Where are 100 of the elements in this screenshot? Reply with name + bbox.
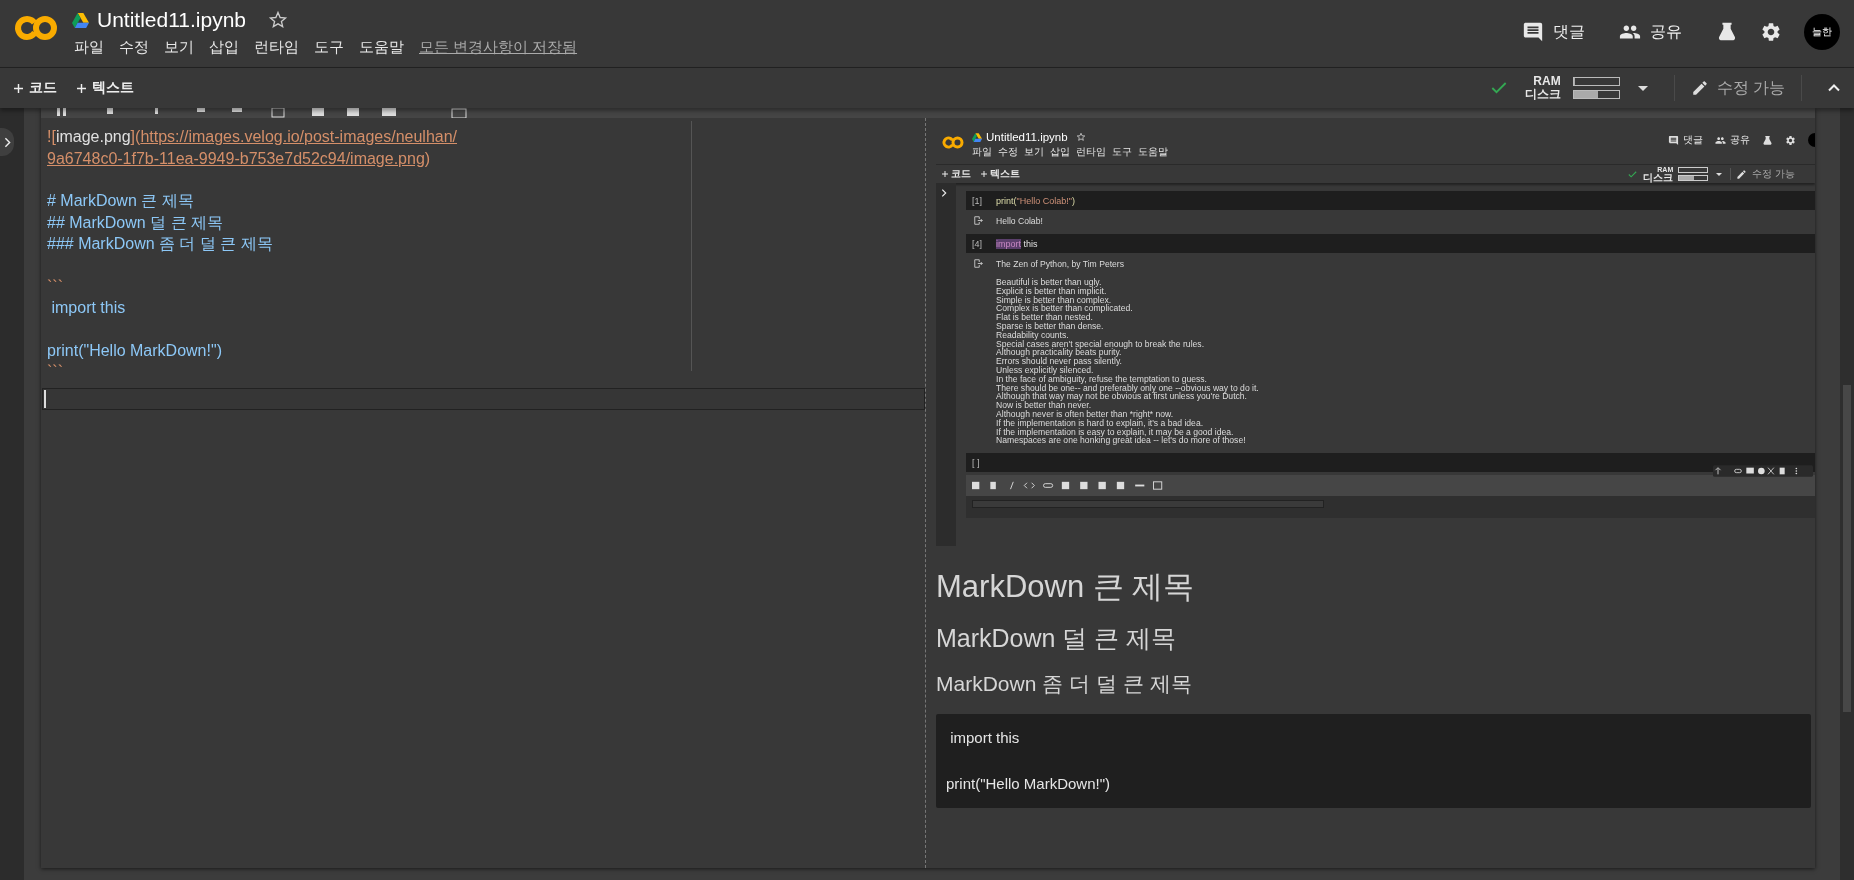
drive-icon <box>72 12 89 28</box>
cell-prompt: [1] <box>971 195 983 206</box>
cell-prompt: [4] <box>971 238 983 249</box>
chevron-right-icon <box>941 189 947 197</box>
scrollbar[interactable] <box>1840 108 1854 880</box>
output-line: Although never is often better than *right* now. <box>996 409 1174 419</box>
star-icon[interactable] <box>268 10 289 30</box>
resource-meters-drawing <box>1678 166 1709 182</box>
output-line: Beautiful is better than ugly. <box>996 278 1102 287</box>
code-text: this <box>1022 238 1038 249</box>
code-text: import this <box>50 299 126 316</box>
rendered-heading: MarkDown 큰 제목 <box>936 568 1196 606</box>
output-line: There should be one-- and preferably only one --obvious way to do it. <box>996 383 1259 393</box>
code-text: ``` <box>47 363 63 380</box>
settings-icon[interactable] <box>1760 21 1782 43</box>
comment-icon <box>1668 134 1679 146</box>
notebook-title: Untitled11.ipynb <box>986 131 1068 143</box>
plus-icon <box>77 83 86 93</box>
chevron-right-icon <box>3 136 11 148</box>
plus-icon <box>981 171 987 177</box>
notebook-title[interactable]: Untitled11.ipynb <box>97 8 247 32</box>
output-line: Namespaces are one honking great idea -- let's do more of those! <box>996 436 1247 446</box>
output-line: Special cases aren't special enough to break the rules. <box>996 339 1206 349</box>
output-line: Errors should never pass silently. <box>996 357 1123 366</box>
add-label: 텍스트 <box>990 167 1020 181</box>
star-icon <box>1075 132 1086 142</box>
menu-item[interactable]: 런타임 <box>254 38 299 57</box>
scrollbar-thumb[interactable] <box>1843 385 1851 712</box>
drive-icon <box>972 132 982 142</box>
plus-icon <box>942 171 948 177</box>
comment-icon <box>1522 21 1544 43</box>
menu-item[interactable]: 도움말 <box>359 38 404 57</box>
caret-icon <box>1716 172 1723 176</box>
add-label: 코드 <box>951 167 971 181</box>
save-status-link[interactable]: 모든 변경사항이 저장됨 <box>419 38 578 57</box>
output-line: Although practicality beats purity. <box>996 348 1122 358</box>
output-line: Now is better than never. <box>996 401 1092 410</box>
flask-icon <box>1762 134 1773 146</box>
rendered-heading: MarkDown 덜 큰 제목 <box>936 623 1178 654</box>
ram-label: RAM <box>1533 75 1561 88</box>
colab-logo[interactable] <box>14 15 58 41</box>
menu-item[interactable]: 도구 <box>314 38 344 57</box>
code-text: ![ <box>47 128 56 145</box>
code-line: print("Hello MarkDown!") <box>946 774 1112 795</box>
output-line: If the implementation is hard to explain, it's a bad idea. <box>996 418 1204 428</box>
code-text: ## MarkDown 덜 큰 제목 <box>47 213 224 231</box>
output-line: In the face of ambiguity, refuse the temptation to guess. <box>996 374 1207 384</box>
output-line: Simple is better than complex. <box>996 295 1112 305</box>
output-icon <box>974 259 983 268</box>
flask-icon[interactable] <box>1716 21 1738 43</box>
menu-item[interactable]: 삽입 <box>209 38 239 57</box>
code-text: ]( <box>130 128 141 145</box>
add-code-button[interactable]: 코드 <box>14 79 57 97</box>
check-icon <box>1627 168 1639 180</box>
avatar[interactable]: 늘한 <box>1804 14 1840 50</box>
output-line: Explicit is better than implicit. <box>996 286 1107 296</box>
colab-logo <box>942 136 964 149</box>
output-line: Complex is better than complicated. <box>996 304 1134 314</box>
people-icon <box>1715 134 1726 146</box>
cell-prompt: [ ] <box>971 457 981 468</box>
disk-label: 디스크 <box>1524 88 1561 101</box>
share-button[interactable]: 공유 <box>1619 21 1682 43</box>
add-text-button[interactable]: 텍스트 <box>77 79 134 97</box>
code-text: ``` <box>47 277 63 295</box>
code-text: print( <box>996 195 1017 206</box>
edit-status: 수정 가능 <box>1752 167 1795 181</box>
edit-mode-button[interactable]: 수정 가능 <box>1690 77 1785 99</box>
code-text: ### MarkDown 좀 더 덜 큰 제목 <box>47 235 273 252</box>
output-line: If the implementation is easy to explain, it may be a good idea. <box>996 427 1234 437</box>
output-line: Sparse is better than dense. <box>996 322 1105 331</box>
code-text: import <box>996 238 1021 249</box>
output-line: Unless explicitly silenced. <box>996 365 1094 375</box>
settings-icon <box>1785 134 1796 146</box>
caret-icon[interactable] <box>1637 85 1648 91</box>
code-text: print("Hello MarkDown!") <box>47 341 222 359</box>
output-line: Readability counts. <box>996 330 1070 340</box>
action-label: 공유 <box>1730 133 1750 147</box>
code-text: # MarkDown 큰 제목 <box>47 192 194 209</box>
output-text: The Zen of Python, by Tim Peters <box>996 259 1125 269</box>
comment-button[interactable]: 댓글 <box>1522 21 1585 43</box>
code-text: image.png <box>55 128 131 145</box>
code-line: import this <box>949 728 1021 749</box>
link-url: https://images.velog.io/post-images/neulhan/ <box>140 128 457 145</box>
code-text: ) <box>424 149 431 167</box>
menu-item[interactable]: 수정 <box>119 38 149 57</box>
rendered-heading: MarkDown 좀 더 덜 큰 제목 <box>936 671 1193 697</box>
action-label: 댓글 <box>1683 133 1703 147</box>
expand-tab[interactable] <box>0 128 14 156</box>
link-url: 9a6748c0-1f7b-11ea-9949-b753e7d52c94/image.png <box>47 149 425 167</box>
output-line: Flat is better than nested. <box>996 313 1093 322</box>
disk-label: 디스크 <box>1643 173 1674 182</box>
output-text: Hello Colab! <box>996 216 1043 226</box>
pencil-icon <box>1690 79 1709 97</box>
plus-icon <box>14 83 23 93</box>
menu-item[interactable]: 파일 <box>74 38 104 57</box>
code-text: ) <box>1071 195 1075 206</box>
pencil-icon <box>1736 168 1748 180</box>
output-icon <box>974 216 983 225</box>
menu-item[interactable]: 보기 <box>164 38 194 57</box>
output-line: Although that way may not be obvious at first unless you're Dutch. <box>996 392 1248 402</box>
